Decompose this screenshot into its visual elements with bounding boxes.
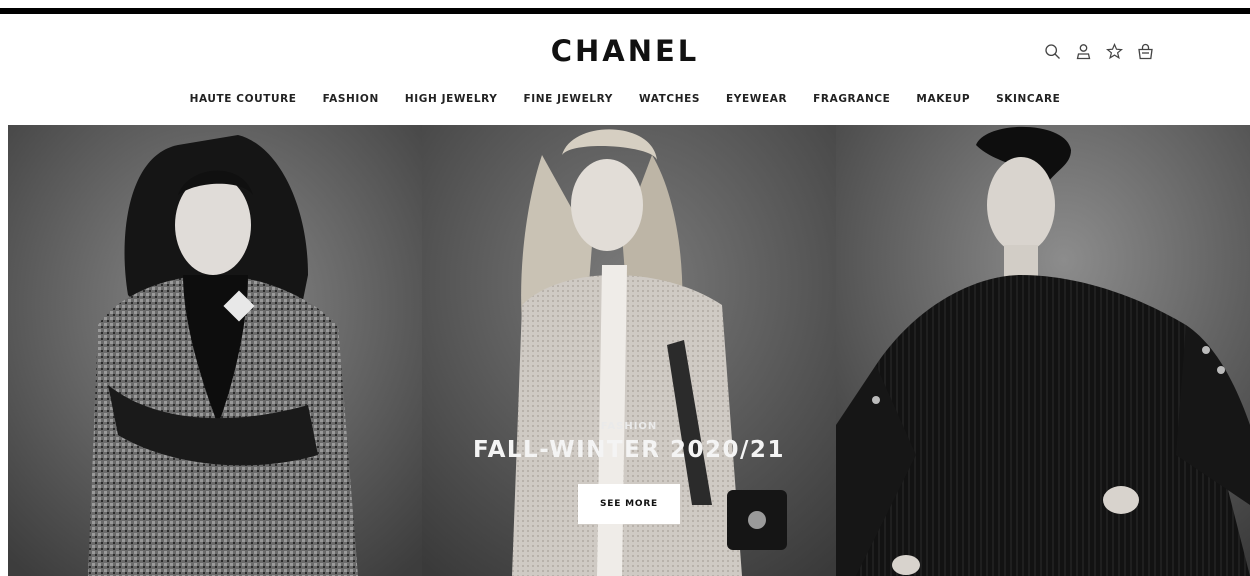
- account-icon[interactable]: [1075, 43, 1092, 60]
- nav-item-makeup[interactable]: MAKEUP: [916, 92, 970, 106]
- hero-banner: FASHION FALL-WINTER 2020/21 SEE MORE: [8, 125, 1250, 576]
- nav-item-watches[interactable]: WATCHES: [639, 92, 700, 106]
- search-icon[interactable]: [1044, 43, 1061, 60]
- wishlist-icon[interactable]: [1106, 43, 1123, 60]
- nav-item-fragrance[interactable]: FRAGRANCE: [813, 92, 890, 106]
- bag-icon[interactable]: [1137, 43, 1154, 60]
- utility-icons: [1044, 43, 1154, 60]
- top-rule: [0, 8, 1250, 14]
- see-more-button[interactable]: SEE MORE: [578, 484, 680, 524]
- hero-image-left[interactable]: [8, 125, 422, 576]
- main-nav: HAUTE COUTURE FASHION HIGH JEWELRY FINE …: [0, 92, 1250, 106]
- nav-item-fashion[interactable]: FASHION: [323, 92, 379, 106]
- nav-item-haute-couture[interactable]: HAUTE COUTURE: [190, 92, 297, 106]
- hero-image-right[interactable]: [836, 125, 1250, 576]
- nav-item-eyewear[interactable]: EYEWEAR: [726, 92, 787, 106]
- nav-item-skincare[interactable]: SKINCARE: [996, 92, 1060, 106]
- nav-item-high-jewelry[interactable]: HIGH JEWELRY: [405, 92, 498, 106]
- nav-item-fine-jewelry[interactable]: FINE JEWELRY: [523, 92, 613, 106]
